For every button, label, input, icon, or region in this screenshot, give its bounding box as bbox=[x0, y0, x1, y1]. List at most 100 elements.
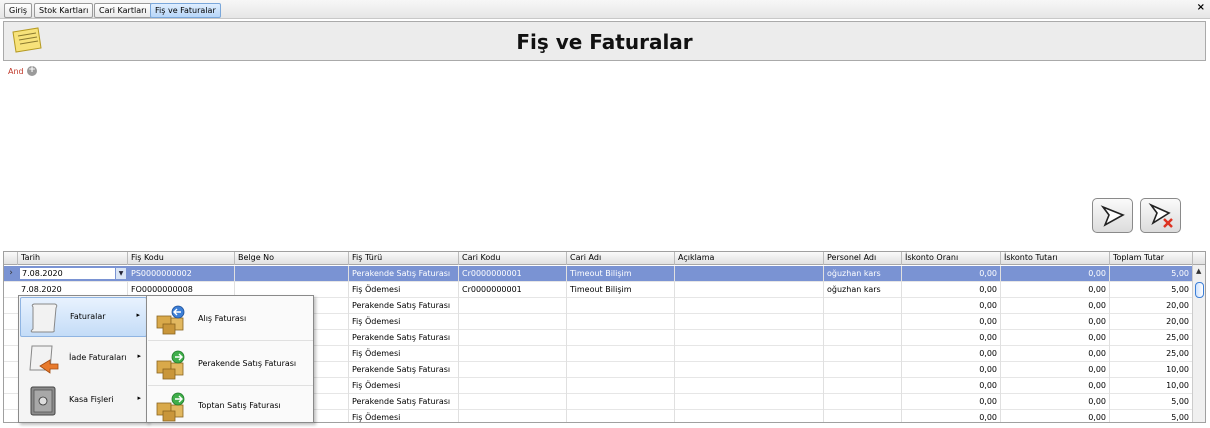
close-icon[interactable]: × bbox=[1197, 2, 1205, 13]
cell-toplam-tutar[interactable]: 25,00 bbox=[1110, 330, 1193, 346]
col-personel-adi[interactable]: Personel Adı bbox=[824, 252, 902, 265]
menu-item-iade-faturalari[interactable]: İade Faturaları ▸ bbox=[20, 339, 147, 379]
cell-toplam-tutar[interactable]: 10,00 bbox=[1110, 378, 1193, 394]
cell-iskonto-orani[interactable]: 0,00 bbox=[902, 282, 1001, 298]
cell-personel-adi[interactable] bbox=[824, 346, 902, 362]
cell-fis-turu[interactable]: Fiş Ödemesi bbox=[349, 314, 459, 330]
cell-toplam-tutar[interactable]: 25,00 bbox=[1110, 346, 1193, 362]
cell-personel-adi[interactable]: oğuzhan kars bbox=[824, 282, 902, 298]
cell-iskonto-tutari[interactable]: 0,00 bbox=[1001, 330, 1110, 346]
cell-aciklama[interactable] bbox=[675, 314, 824, 330]
cell-personel-adi[interactable] bbox=[824, 298, 902, 314]
scroll-up-icon[interactable]: ▲ bbox=[1196, 267, 1201, 275]
date-editor-value[interactable]: 7.08.2020 bbox=[22, 269, 63, 278]
cell-cari-kodu[interactable] bbox=[459, 330, 567, 346]
cell-fis-turu[interactable]: Fiş Ödemesi bbox=[349, 346, 459, 362]
cell-iskonto-orani[interactable]: 0,00 bbox=[902, 362, 1001, 378]
cell-fis-turu[interactable]: Fiş Ödemesi bbox=[349, 410, 459, 422]
cell-cari-adi[interactable] bbox=[567, 378, 675, 394]
cell-iskonto-orani[interactable]: 0,00 bbox=[902, 378, 1001, 394]
cell-fis-turu[interactable]: Fiş Ödemesi bbox=[349, 378, 459, 394]
cell-personel-adi[interactable]: oğuzhan kars bbox=[824, 266, 902, 282]
cell-belge-no[interactable] bbox=[235, 266, 349, 282]
col-toplam-tutar[interactable]: Toplam Tutar bbox=[1110, 252, 1193, 265]
cell-toplam-tutar[interactable]: 20,00 bbox=[1110, 298, 1193, 314]
table-row[interactable]: › 7.08.2020 ▼ PS0000000002 Perakende Satış F… bbox=[4, 266, 1193, 282]
cell-aciklama[interactable] bbox=[675, 282, 824, 298]
cell-iskonto-tutari[interactable]: 0,00 bbox=[1001, 346, 1110, 362]
col-iskonto-orani[interactable]: İskonto Oranı bbox=[902, 252, 1001, 265]
filter-and-label[interactable]: And bbox=[8, 67, 24, 76]
col-cari-adi[interactable]: Cari Adı bbox=[567, 252, 675, 265]
cell-cari-adi[interactable] bbox=[567, 362, 675, 378]
cell-iskonto-tutari[interactable]: 0,00 bbox=[1001, 282, 1110, 298]
submenu-item-toptan-satis-faturasi[interactable]: Toptan Satış Faturası bbox=[148, 384, 313, 428]
cell-cari-adi[interactable]: Timeout Bilişim bbox=[567, 282, 675, 298]
cell-iskonto-orani[interactable]: 0,00 bbox=[902, 410, 1001, 422]
tab-giris[interactable]: Giriş bbox=[4, 3, 33, 18]
cell-cari-kodu[interactable] bbox=[459, 362, 567, 378]
cell-toplam-tutar[interactable]: 20,00 bbox=[1110, 314, 1193, 330]
cell-aciklama[interactable] bbox=[675, 330, 824, 346]
scroll-thumb[interactable] bbox=[1195, 282, 1204, 298]
cell-cari-kodu[interactable] bbox=[459, 298, 567, 314]
cell-cari-adi[interactable] bbox=[567, 346, 675, 362]
cell-fis-turu[interactable]: Perakende Satış Faturası bbox=[349, 266, 459, 282]
cell-iskonto-tutari[interactable]: 0,00 bbox=[1001, 378, 1110, 394]
submenu-item-perakende-satis-faturasi[interactable]: Perakende Satış Faturası bbox=[148, 342, 313, 386]
cell-fis-kodu[interactable]: PS0000000002 bbox=[128, 266, 235, 282]
cell-personel-adi[interactable] bbox=[824, 378, 902, 394]
cell-cari-kodu[interactable] bbox=[459, 410, 567, 422]
chevron-down-icon[interactable]: ▼ bbox=[115, 268, 126, 279]
col-cari-kodu[interactable]: Cari Kodu bbox=[459, 252, 567, 265]
cell-aciklama[interactable] bbox=[675, 394, 824, 410]
clear-filter-button[interactable] bbox=[1140, 198, 1181, 233]
cell-iskonto-orani[interactable]: 0,00 bbox=[902, 314, 1001, 330]
cell-cari-kodu[interactable]: Cr0000000001 bbox=[459, 266, 567, 282]
cell-cari-kodu[interactable] bbox=[459, 378, 567, 394]
tab-fis-ve-faturalar[interactable]: Fiş ve Faturalar bbox=[150, 3, 221, 18]
cell-fis-turu[interactable]: Perakende Satış Faturası bbox=[349, 298, 459, 314]
tab-stok-kartlari[interactable]: Stok Kartları bbox=[34, 3, 94, 18]
col-belge-no[interactable]: Belge No bbox=[235, 252, 349, 265]
cell-iskonto-orani[interactable]: 0,00 bbox=[902, 346, 1001, 362]
cell-aciklama[interactable] bbox=[675, 298, 824, 314]
cell-personel-adi[interactable] bbox=[824, 362, 902, 378]
cell-cari-adi[interactable] bbox=[567, 314, 675, 330]
cell-iskonto-orani[interactable]: 0,00 bbox=[902, 330, 1001, 346]
apply-filter-button[interactable] bbox=[1092, 198, 1133, 233]
cell-cari-adi[interactable] bbox=[567, 330, 675, 346]
cell-iskonto-tutari[interactable]: 0,00 bbox=[1001, 410, 1110, 422]
tab-cari-kartlari[interactable]: Cari Kartları bbox=[94, 3, 152, 18]
cell-aciklama[interactable] bbox=[675, 362, 824, 378]
cell-cari-adi[interactable] bbox=[567, 410, 675, 422]
cell-cari-kodu[interactable] bbox=[459, 394, 567, 410]
cell-fis-turu[interactable]: Perakende Satış Faturası bbox=[349, 362, 459, 378]
vertical-scrollbar[interactable]: ▲ bbox=[1192, 265, 1205, 422]
cell-toplam-tutar[interactable]: 5,00 bbox=[1110, 394, 1193, 410]
col-fis-kodu[interactable]: Fiş Kodu bbox=[128, 252, 235, 265]
cell-fis-turu[interactable]: Perakende Satış Faturası bbox=[349, 394, 459, 410]
cell-fis-turu[interactable]: Fiş Ödemesi bbox=[349, 282, 459, 298]
cell-toplam-tutar[interactable]: 5,00 bbox=[1110, 266, 1193, 282]
cell-personel-adi[interactable] bbox=[824, 410, 902, 422]
cell-personel-adi[interactable] bbox=[824, 330, 902, 346]
cell-toplam-tutar[interactable]: 5,00 bbox=[1110, 410, 1193, 422]
col-fis-turu[interactable]: Fiş Türü bbox=[349, 252, 459, 265]
cell-aciklama[interactable] bbox=[675, 346, 824, 362]
cell-personel-adi[interactable] bbox=[824, 314, 902, 330]
cell-iskonto-tutari[interactable]: 0,00 bbox=[1001, 362, 1110, 378]
cell-iskonto-tutari[interactable]: 0,00 bbox=[1001, 394, 1110, 410]
cell-fis-turu[interactable]: Perakende Satış Faturası bbox=[349, 330, 459, 346]
cell-cari-adi[interactable] bbox=[567, 298, 675, 314]
cell-personel-adi[interactable] bbox=[824, 394, 902, 410]
cell-cari-kodu[interactable] bbox=[459, 314, 567, 330]
col-tarih[interactable]: Tarih bbox=[18, 252, 128, 265]
col-aciklama[interactable]: Açıklama bbox=[675, 252, 824, 265]
cell-aciklama[interactable] bbox=[675, 378, 824, 394]
cell-iskonto-orani[interactable]: 0,00 bbox=[902, 394, 1001, 410]
cell-aciklama[interactable] bbox=[675, 410, 824, 422]
menu-item-faturalar[interactable]: Faturalar ▸ bbox=[20, 297, 147, 337]
cell-aciklama[interactable] bbox=[675, 266, 824, 282]
cell-iskonto-tutari[interactable]: 0,00 bbox=[1001, 298, 1110, 314]
